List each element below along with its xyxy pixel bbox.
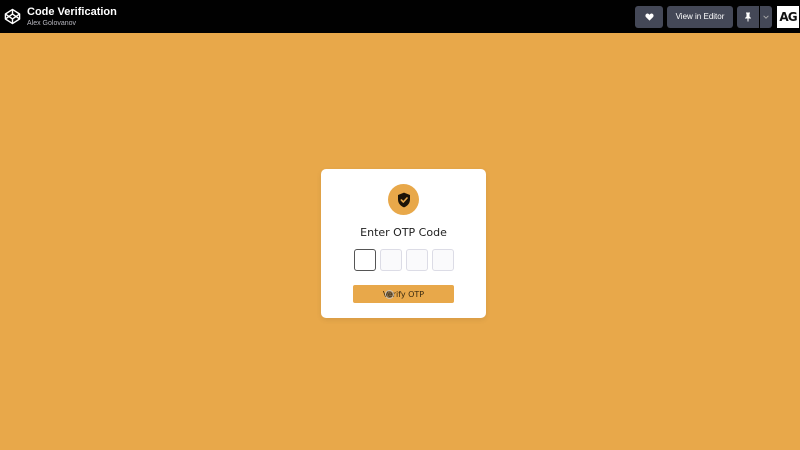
pen-author[interactable]: Alex Golovanov <box>27 19 117 28</box>
view-in-editor-button[interactable]: View in Editor <box>667 5 733 28</box>
pen-title: Code Verification <box>27 5 117 18</box>
pin-dropdown-button[interactable] <box>760 5 772 28</box>
top-bar: Code Verification Alex Golovanov View in… <box>0 0 800 33</box>
pen-title-block: Code Verification Alex Golovanov <box>27 6 117 28</box>
otp-card: Enter OTP Code Verify OTP <box>321 169 486 318</box>
topbar-actions: View in Editor AG <box>635 0 800 33</box>
mouse-cursor <box>385 290 394 299</box>
otp-input-row <box>354 249 454 271</box>
otp-digit-2[interactable] <box>380 249 402 271</box>
codepen-icon[interactable] <box>4 8 21 25</box>
avatar[interactable]: AG <box>777 5 799 28</box>
verify-otp-button[interactable]: Verify OTP <box>353 285 454 303</box>
otp-digit-1[interactable] <box>354 249 376 271</box>
like-button[interactable] <box>635 5 663 28</box>
shield-check-icon <box>388 184 419 215</box>
otp-digit-3[interactable] <box>406 249 428 271</box>
chevron-down-icon <box>763 14 769 19</box>
pin-group <box>737 5 772 28</box>
pin-button[interactable] <box>737 5 759 28</box>
heart-icon <box>644 13 654 21</box>
otp-digit-4[interactable] <box>432 249 454 271</box>
pin-icon <box>745 12 751 21</box>
card-heading: Enter OTP Code <box>360 226 447 239</box>
